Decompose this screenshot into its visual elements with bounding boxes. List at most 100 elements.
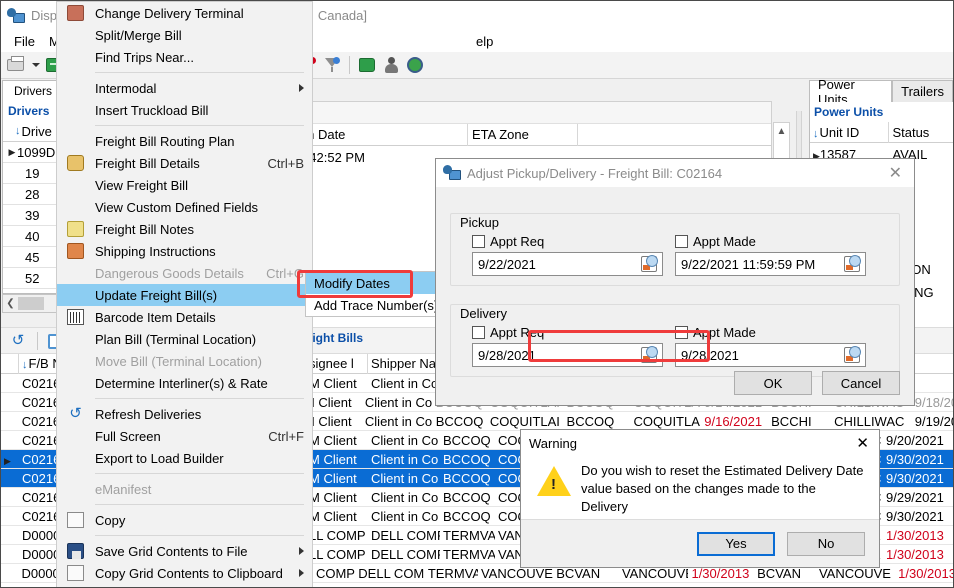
menu-separator [95, 535, 304, 536]
pickup-appt-made-row[interactable]: Appt Made [675, 230, 866, 252]
menu-item-label: Copy Grid Contents to Clipboard [95, 565, 283, 581]
menu-item-split-merge-bill[interactable]: Split/Merge Bill [57, 24, 312, 46]
delivery-appt-made-date-input[interactable]: 9/28/2021 [675, 343, 866, 367]
menu-item-insert-truckload-bill[interactable]: Insert Truckload Bill [57, 99, 312, 121]
scroll-left-icon[interactable]: ❮ [3, 298, 18, 309]
no-button[interactable]: No [787, 531, 865, 556]
column-header-shipper-name[interactable]: Shipper Nar [368, 354, 436, 374]
menu-item-full-screen[interactable]: Full Screen Ctrl+F [57, 425, 312, 447]
menu-item-find-locate-text[interactable]: Find/Locate Text Ctrl+Alt+L [57, 584, 312, 587]
menu-item-shortcut: Ctrl+F [268, 428, 304, 444]
delivery-appt-made-date-value: 9/28/2021 [681, 347, 739, 363]
menu-file[interactable]: File [7, 32, 42, 51]
delivery-appt-req-date-input[interactable]: 9/28/2021 [472, 343, 663, 367]
contact-icon[interactable] [380, 54, 402, 76]
column-header-eta-zone[interactable]: ETA Zone [468, 123, 578, 146]
menu-item-freight-bill-notes[interactable]: Freight Bill Notes [57, 218, 312, 240]
drivers-row[interactable]: 40 [3, 226, 63, 247]
close-icon[interactable]: ✕ [877, 163, 914, 183]
delivery-group: Delivery Appt Req 9/28/2021 Appt Made 9/… [450, 296, 900, 377]
refresh-icon[interactable]: ↺ [7, 330, 29, 352]
menu-item-plan-bill[interactable]: Plan Bill (Terminal Location) [57, 328, 312, 350]
menu-item-copy[interactable]: Copy [57, 509, 312, 531]
menu-item-determine-interliners[interactable]: Determine Interliner(s) & Rate [57, 372, 312, 394]
close-icon[interactable]: ✕ [846, 434, 879, 452]
delivery-appt-req-row[interactable]: Appt Req [472, 321, 663, 343]
print-icon[interactable] [5, 54, 27, 76]
pickup-appt-made-date-input[interactable]: 9/22/2021 11:59:59 PM [675, 252, 866, 276]
menu-item-label: View Custom Defined Fields [95, 199, 259, 215]
cell-customer: TERMVAN [427, 565, 478, 581]
drivers-row[interactable]: 19 [3, 163, 63, 184]
menu-item-update-freight-bills[interactable]: Update Freight Bill(s) [57, 284, 312, 306]
search-globe-icon[interactable] [404, 54, 426, 76]
delivery-appt-made-row[interactable]: Appt Made [675, 321, 866, 343]
menu-separator [95, 72, 304, 73]
menu-separator [95, 125, 304, 126]
cell-date: 9/30/2021 [886, 508, 944, 524]
menu-item-refresh-deliveries[interactable]: ↺ Refresh Deliveries [57, 403, 312, 425]
column-header-status[interactable]: Status [889, 122, 953, 143]
dropdown-caret-icon[interactable] [29, 54, 41, 76]
delivery-appt-made-checkbox[interactable] [675, 325, 688, 339]
scrollbar-thumb[interactable] [18, 297, 44, 310]
update-freight-bills-submenu[interactable]: Modify Dates Add Trace Number(s) [305, 271, 445, 317]
power-units-grid-header[interactable]: ↓Unit ID Status [810, 122, 953, 143]
drivers-grid-header[interactable]: ↓ Drive [3, 121, 63, 142]
cell-consignee: M Client [309, 508, 357, 524]
pickup-appt-made-date-value: 9/22/2021 11:59:59 PM [681, 256, 816, 272]
tab-drivers[interactable]: Drivers [2, 80, 64, 101]
menu-item-export-to-load-builder[interactable]: Export to Load Builder [57, 447, 312, 469]
cell-date: 9/20/2021 [886, 432, 944, 448]
drivers-horizontal-scrollbar[interactable]: ❮ [2, 294, 64, 313]
filter-check-icon[interactable] [321, 54, 343, 76]
column-header-consignee[interactable]: signee l [306, 354, 368, 374]
calendar-picker-icon[interactable] [844, 255, 861, 272]
menu-help[interactable]: elp [469, 32, 500, 51]
calendar-picker-icon[interactable] [641, 255, 658, 272]
menu-item-label: Plan Bill (Terminal Location) [95, 331, 257, 347]
calendar-picker-icon[interactable] [844, 346, 861, 363]
drivers-row[interactable]: ▶ 1099D [3, 142, 63, 163]
menu-item-freight-bill-details[interactable]: Freight Bill Details Ctrl+B [57, 152, 312, 174]
menu-item-freight-bill-routing-plan[interactable]: Freight Bill Routing Plan [57, 130, 312, 152]
menu-item-intermodal[interactable]: Intermodal [57, 77, 312, 99]
column-header-unit-id[interactable]: Unit ID [820, 125, 860, 140]
pickup-appt-req-date-input[interactable]: 9/22/2021 [472, 252, 663, 276]
menu-item-shipping-instructions[interactable]: Shipping Instructions [57, 240, 312, 262]
menu-item-copy-grid-contents-to-clipboard[interactable]: Copy Grid Contents to Clipboard [57, 562, 312, 584]
chevron-right-icon [299, 84, 304, 92]
drivers-row[interactable]: 28 [3, 184, 63, 205]
cell-consignee: M Client [309, 489, 357, 505]
delivery-appt-req-checkbox[interactable] [472, 325, 485, 339]
menu-item-label: Shipping Instructions [95, 243, 216, 259]
tab-power-units[interactable]: Power Units [809, 77, 893, 107]
menu-item-find-trips-near[interactable]: Find Trips Near... [57, 46, 312, 68]
pickup-appt-req-row[interactable]: Appt Req [472, 230, 663, 252]
yes-button[interactable]: Yes [697, 531, 775, 556]
driver-id: 39 [25, 207, 40, 223]
drivers-row[interactable]: 45 [3, 247, 63, 268]
tab-trailers[interactable]: Trailers [892, 80, 953, 102]
warning-dialog-titlebar: Warning ✕ [521, 430, 879, 456]
drivers-row[interactable]: 52 [3, 268, 63, 289]
submenu-item-modify-dates[interactable]: Modify Dates [306, 272, 444, 294]
book-icon[interactable] [356, 54, 378, 76]
menu-item-view-custom-defined-fields[interactable]: View Custom Defined Fields [57, 196, 312, 218]
pickup-appt-made-checkbox[interactable] [675, 234, 688, 248]
pickup-appt-req-checkbox[interactable] [472, 234, 485, 248]
menu-item-barcode-item-details[interactable]: Barcode Item Details [57, 306, 312, 328]
menu-item-change-delivery-terminal[interactable]: Change Delivery Terminal [57, 2, 312, 24]
cell-date: 9/19/2021 [914, 413, 953, 429]
menu-item-view-freight-bill[interactable]: View Freight Bill [57, 174, 312, 196]
right-panel-tabs: Power Units Trailers [809, 77, 953, 107]
chevron-right-icon [299, 547, 304, 555]
drivers-row[interactable]: 39 [3, 205, 63, 226]
menu-item-save-grid-contents-to-file[interactable]: Save Grid Contents to File [57, 540, 312, 562]
context-menu[interactable]: Change Delivery Terminal Split/Merge Bil… [56, 1, 313, 587]
drivers-grid[interactable]: ↓ Drive ▶ 1099D 19 28 39 40 45 52 [2, 121, 64, 294]
calendar-picker-icon[interactable] [641, 346, 658, 363]
submenu-item-add-trace-numbers[interactable]: Add Trace Number(s) [306, 294, 444, 316]
cell-date: 9/18/2021 [914, 394, 953, 410]
cell-customer: TERMVAN [443, 527, 495, 543]
